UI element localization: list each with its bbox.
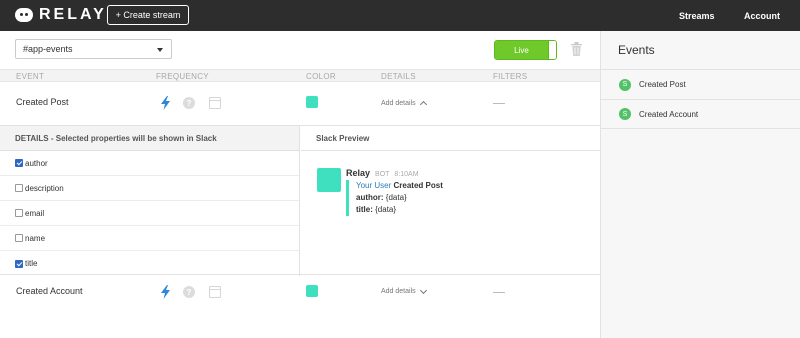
property-description[interactable]: description [0,176,299,201]
table-header: EVENT FREQUENCY COLOR DETAILS FILTERS [0,69,600,82]
event-row-created-post: Created Post ? Add details [0,83,600,123]
calendar-icon[interactable] [209,97,221,109]
slack-event-name: Created Post [393,181,443,190]
slack-user-link: Your User [356,181,392,190]
event-name: Created Account [16,286,83,296]
slack-field: author: {data} [356,192,443,204]
slack-avatar [317,168,341,192]
slack-field-value: {data} [375,205,397,214]
lightning-bolt-icon[interactable] [161,285,170,299]
slack-message-line: Your User Created Post [356,180,443,192]
slack-time: 8:10AM [394,171,419,178]
chevron-up-icon [419,100,427,109]
lightning-bolt-icon[interactable] [161,96,170,110]
relay-logo-icon [15,8,33,22]
property-label: author [25,158,48,168]
slack-message-meta: Relay BOT 8:10AM [346,168,419,178]
slack-bot-name: Relay [346,168,371,178]
calendar-icon[interactable] [209,286,221,298]
property-email[interactable]: email [0,201,299,226]
column-event: EVENT [16,72,45,81]
stream-editor: #app-events Live EVENT FREQUENCY COLOR D… [0,31,600,338]
chevron-down-icon [157,48,163,52]
brand-name: RELAY [39,6,107,23]
event-row-created-account: Created Account ? Add details [0,276,600,316]
live-toggle[interactable]: Live [494,40,557,60]
slack-field: title: {data} [356,204,443,216]
property-checkbox[interactable] [15,159,23,167]
sidebar-item-label: Created Account [639,109,699,119]
property-author[interactable]: author [0,151,299,176]
add-details-label: Add details [381,288,416,295]
add-details-toggle[interactable]: Add details [381,286,427,295]
live-toggle-knob [548,41,556,59]
properties-list: DETAILS - Selected properties will be sh… [0,126,300,276]
add-details-toggle[interactable]: Add details [381,99,427,109]
property-checkbox[interactable] [15,184,23,192]
relay-logo[interactable]: RELAY [15,6,107,24]
details-panel: DETAILS - Selected properties will be sh… [0,125,600,276]
add-details-label: Add details [381,99,416,107]
sidebar-item-label: Created Post [639,80,686,89]
slack-field-value: {data} [385,193,407,202]
top-bar: RELAY + Create stream Streams Account [0,0,800,31]
slack-preview: Slack Preview Relay BOT 8:10AM Your User… [301,126,600,276]
chevron-down-icon [419,286,427,294]
create-stream-button[interactable]: + Create stream [107,5,189,25]
property-label: email [25,208,45,218]
channel-select[interactable]: #app-events [15,39,172,59]
filters-empty[interactable] [493,103,505,104]
property-checkbox[interactable] [15,234,23,242]
sidebar-item-created-post[interactable]: S Created Post [601,69,800,99]
events-sidebar: Events S Created Post S Created Account [600,31,800,338]
column-filters: FILTERS [493,72,528,81]
column-details: DETAILS [381,72,416,81]
property-checkbox[interactable] [15,259,23,268]
property-label: title [25,259,38,268]
slack-bot-tag: BOT [375,171,390,178]
column-color: COLOR [306,72,336,81]
live-toggle-label: Live [495,41,548,59]
slack-field-key: author: [356,193,384,202]
color-swatch[interactable] [306,96,318,108]
property-title[interactable]: title [0,251,299,276]
hourly-frequency-icon[interactable]: ? [183,286,195,298]
property-name[interactable]: name [0,226,299,251]
hourly-frequency-icon[interactable]: ? [183,97,195,109]
trash-icon[interactable] [571,42,582,56]
property-checkbox[interactable] [15,209,23,217]
sidebar-item-created-account[interactable]: S Created Account [601,99,800,129]
slack-field-key: title: [356,205,373,214]
property-label: description [25,183,64,193]
slack-attachment: Your User Created Post author: {data} ti… [346,180,443,216]
segment-badge-icon: S [619,108,631,120]
channel-select-value: #app-events [23,44,73,54]
color-swatch[interactable] [306,285,318,297]
nav-streams[interactable]: Streams [679,11,715,21]
event-name: Created Post [16,97,69,107]
filters-empty[interactable] [493,292,505,293]
slack-preview-header: Slack Preview [301,126,600,151]
column-frequency: FREQUENCY [156,72,209,81]
property-label: name [25,233,46,243]
details-header: DETAILS - Selected properties will be sh… [0,126,299,151]
sidebar-title: Events [618,43,655,57]
nav-account[interactable]: Account [744,11,780,21]
segment-badge-icon: S [619,78,631,91]
